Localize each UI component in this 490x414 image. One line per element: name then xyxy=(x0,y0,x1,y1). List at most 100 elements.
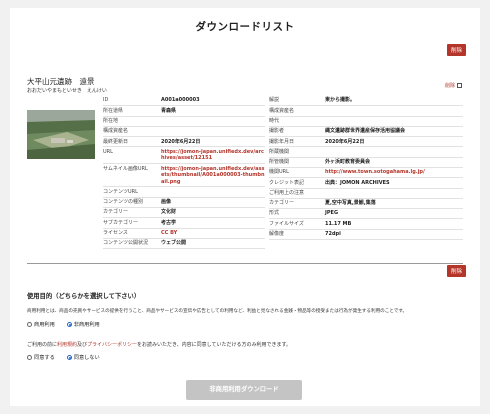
metadata-value: A001a000003 xyxy=(161,96,265,107)
metadata-value xyxy=(325,188,463,199)
item-delete-checkbox[interactable]: 削除 xyxy=(445,82,463,89)
delete-all-button[interactable]: 削除 xyxy=(447,44,467,56)
metadata-row: ID A001a000003 xyxy=(103,96,265,107)
metadata-value xyxy=(161,116,265,127)
metadata-value: ウェブ公開 xyxy=(161,238,265,250)
item-delete-label: 削除 xyxy=(445,83,456,89)
delete-all-button-bottom[interactable]: 削除 xyxy=(447,265,467,277)
metadata-row: 形式 JPEG xyxy=(269,208,463,220)
metadata-key: 構成資産名 xyxy=(269,105,325,117)
metadata-row: 所在地 xyxy=(103,116,265,127)
metadata-link[interactable]: https://jomon-japan.unifiedx.dev/archive… xyxy=(161,149,264,162)
metadata-value: 画像 xyxy=(161,197,265,209)
metadata-row: カテゴリー 夏,空中写真,景観,集落 xyxy=(269,198,463,210)
item-kana: おおだいやまもといせき えんけい xyxy=(27,88,107,94)
radio-agree[interactable]: 同意する xyxy=(27,354,55,361)
metadata-row: ライセンス CC BY xyxy=(103,228,265,239)
item-title: 大平山元遺跡 遠景 xyxy=(27,77,95,86)
metadata-row: 所管機関 外ヶ浜町教育委員会 xyxy=(269,157,463,168)
metadata-value: 文化財 xyxy=(161,207,265,219)
metadata-key: コンテンツURL xyxy=(103,186,161,198)
radio-icon[interactable] xyxy=(27,355,32,360)
radio-icon[interactable] xyxy=(66,322,72,327)
privacy-policy-link[interactable]: プライバシーポリシー xyxy=(87,342,137,348)
metadata-key: ID xyxy=(103,96,161,107)
metadata-key: 所在地 xyxy=(103,116,161,127)
metadata-value xyxy=(161,186,265,198)
metadata-value xyxy=(325,146,463,158)
metadata-row: 最終更新日 2020年6月22日 xyxy=(103,136,265,148)
metadata-value: 夏,空中写真,景観,集落 xyxy=(325,198,463,210)
metadata-row: 撮影年月日 2020年6月22日 xyxy=(269,136,463,148)
terms-notice: ご利用の前に利用規約及びプライバシーポリシーをお読みいただき、内容に同意していた… xyxy=(27,341,291,348)
metadata-row: 解像度 72dpi xyxy=(269,229,463,240)
metadata-value: https://jomon-japan.unifiedx.dev/archive… xyxy=(161,146,265,165)
metadata-key: URL xyxy=(103,146,161,165)
metadata-row: コンテンツ公開状況 ウェブ公開 xyxy=(103,238,265,250)
metadata-row: サムネイル画像URL https://jomon-japan.unifiedx.d… xyxy=(103,163,265,188)
metadata-row: 時代 xyxy=(269,116,463,127)
metadata-row: 所在道県 青森県 xyxy=(103,105,265,117)
metadata-key: ご利用上の注意 xyxy=(269,188,325,199)
metadata-value: https://jomon-japan.unifiedx.dev/assets/… xyxy=(161,163,265,188)
radio-disagree[interactable]: 同意しない xyxy=(66,354,100,361)
checkbox-icon[interactable] xyxy=(457,83,463,88)
metadata-key: 所在道県 xyxy=(103,105,161,117)
radio-icon[interactable] xyxy=(66,355,72,360)
metadata-value: 青森県 xyxy=(161,105,265,117)
metadata-value xyxy=(161,126,265,138)
metadata-row: URL https://jomon-japan.unifiedx.dev/arch… xyxy=(103,146,265,165)
purpose-heading: 使用目的（どちらかを選択して下さい） xyxy=(27,293,141,300)
terms-link[interactable]: 利用規約 xyxy=(57,342,77,348)
metadata-link[interactable]: http://www.town.sotogahama.lg.jp/ xyxy=(325,169,425,175)
metadata-row: クレジット表記 出典：JOMON ARCHIVES xyxy=(269,177,463,189)
metadata-key: 解説 xyxy=(269,96,325,107)
metadata-value: JPEG xyxy=(325,208,463,220)
metadata-key: カテゴリー xyxy=(269,198,325,210)
metadata-row: サブカテゴリー 考古学 xyxy=(103,217,265,229)
purpose-radio-group: 商用利用 非商用利用 xyxy=(27,321,100,328)
metadata-row: ファイルサイズ 11.17 MB xyxy=(269,218,463,230)
terms-pre-text: ご利用の前に xyxy=(27,342,58,348)
page-title: ダウンロードリスト xyxy=(195,21,295,33)
metadata-row: 所蔵機関 xyxy=(269,146,463,158)
agree-radio-group: 同意する 同意しない xyxy=(27,354,100,361)
metadata-key: 撮影年月日 xyxy=(269,136,325,148)
download-button[interactable]: 非商用利用ダウンロード xyxy=(186,380,302,400)
metadata-row: 解説 東から撮影。 xyxy=(269,96,463,107)
radio-icon[interactable] xyxy=(27,322,32,327)
metadata-value: 縄文遺跡群世界遺産保存活用協議会 xyxy=(325,126,463,138)
radio-noncommercial[interactable]: 非商用利用 xyxy=(66,321,100,328)
item-thumbnail[interactable] xyxy=(27,110,95,159)
metadata-value: CC BY xyxy=(161,228,265,239)
metadata-row: 構成資産名 xyxy=(103,126,265,138)
radio-commercial[interactable]: 商用利用 xyxy=(27,321,55,328)
metadata-row: コンテンツURL xyxy=(103,186,265,198)
metadata-key: コンテンツ公開状況 xyxy=(103,238,161,250)
metadata-value: http://www.town.sotogahama.lg.jp/ xyxy=(325,167,463,179)
metadata-link[interactable]: CC BY xyxy=(161,230,177,236)
metadata-key: サムネイル画像URL xyxy=(103,163,161,188)
metadata-value: 2020年6月22日 xyxy=(325,136,463,148)
metadata-row: 構成資産名 xyxy=(269,105,463,117)
metadata-value: 外ヶ浜町教育委員会 xyxy=(325,157,463,168)
metadata-value: 東から撮影。 xyxy=(325,96,463,107)
commercial-use-notice: 商用利用とは、商品の売買やサービスの提供を行うこと、商品やサービスの宣伝や広告と… xyxy=(27,309,408,314)
metadata-value xyxy=(325,105,463,117)
divider xyxy=(27,263,463,264)
item-metadata-right: 解説 東から撮影。 構成資産名 時代 撮影者 縄文遺跡群世界遺産保存活用協議会 撮影年月日 2… xyxy=(269,96,463,240)
terms-post-text: をお読みいただき、内容に同意していただける方のみ利用できます。 xyxy=(136,342,291,348)
metadata-key: ライセンス xyxy=(103,228,161,239)
metadata-key: ファイルサイズ xyxy=(269,218,325,230)
metadata-key: サブカテゴリー xyxy=(103,217,161,229)
metadata-key: クレジット表記 xyxy=(269,177,325,189)
download-list-page: ダウンロードリスト 削除 大平山元遺跡 遠景 おおだいやまもといせき えんけい … xyxy=(10,8,480,406)
metadata-value: 出典：JOMON ARCHIVES xyxy=(325,177,463,189)
metadata-link[interactable]: https://jomon-japan.unifiedx.dev/assets/… xyxy=(161,166,265,185)
metadata-key: 所蔵機関 xyxy=(269,146,325,158)
metadata-key: 解像度 xyxy=(269,229,325,240)
metadata-key: 撮影者 xyxy=(269,126,325,138)
metadata-row: ご利用上の注意 xyxy=(269,188,463,199)
metadata-key: 所管機関 xyxy=(269,157,325,168)
terms-mid-text: 及び xyxy=(77,342,88,348)
